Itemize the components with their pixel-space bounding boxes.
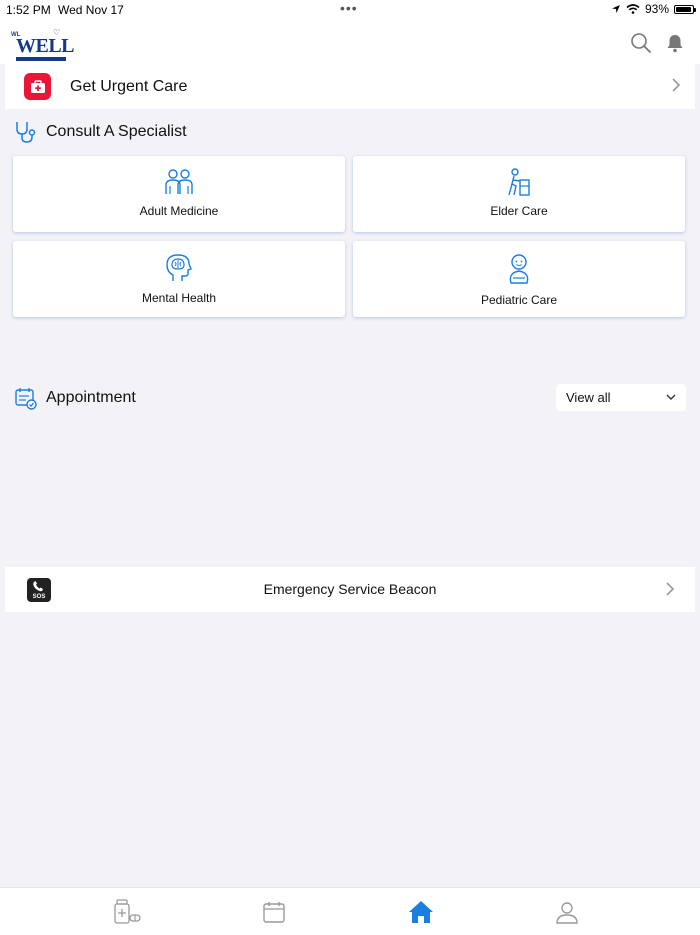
- emergency-label: Emergency Service Beacon: [263, 581, 437, 597]
- adults-icon: [165, 169, 193, 194]
- location-arrow-icon: [611, 5, 620, 13]
- bell-icon[interactable]: [664, 32, 686, 54]
- card-elder-care[interactable]: Elder Care: [353, 156, 685, 232]
- tab-pharmacy[interactable]: [112, 899, 142, 925]
- tab-calendar[interactable]: [259, 899, 289, 925]
- emergency-beacon-row[interactable]: SOS Emergency Service Beacon: [5, 567, 695, 612]
- search-icon[interactable]: [630, 32, 652, 54]
- status-date: Wed Nov 17: [58, 3, 124, 17]
- baby-icon: [509, 254, 529, 284]
- chevron-right-icon: [666, 582, 675, 596]
- elder-walker-icon: [508, 168, 530, 196]
- card-mental-health[interactable]: Mental Health: [13, 241, 345, 317]
- specialist-title: Consult A Specialist: [46, 123, 187, 140]
- card-pediatric-care[interactable]: Pediatric Care: [353, 241, 685, 317]
- chevron-right-icon: [672, 78, 681, 92]
- appointment-section-title: Appointment: [14, 386, 136, 410]
- logo-text: WELL: [16, 35, 75, 57]
- app-header: WL ♡ WELL: [0, 22, 700, 64]
- view-all-dropdown[interactable]: View all: [556, 384, 686, 411]
- urgent-care-label: Get Urgent Care: [70, 77, 188, 95]
- status-time: 1:52 PM: [6, 3, 51, 17]
- status-right: 93%: [611, 2, 696, 16]
- view-all-label: View all: [566, 390, 611, 405]
- tab-profile[interactable]: [552, 899, 582, 925]
- battery-icon: [674, 4, 696, 14]
- profile-icon: [556, 902, 578, 924]
- urgent-care-row[interactable]: Get Urgent Care: [5, 64, 695, 109]
- bottom-tab-bar: [0, 887, 700, 935]
- first-aid-kit-icon: [24, 73, 51, 100]
- chevron-down-icon: [666, 394, 676, 400]
- appointment-title: Appointment: [46, 389, 136, 406]
- home-icon: [409, 901, 433, 923]
- wifi-icon: [626, 4, 640, 14]
- calendar-icon: [263, 902, 285, 923]
- stethoscope-icon: [16, 122, 36, 143]
- battery-percent: 93%: [644, 2, 669, 16]
- logo-bar: [16, 57, 66, 61]
- tab-home[interactable]: [406, 899, 436, 925]
- pharmacy-icon: [114, 899, 141, 924]
- card-label: Adult Medicine: [139, 204, 219, 218]
- card-label: Elder Care: [490, 204, 548, 218]
- card-label: Pediatric Care: [480, 293, 558, 307]
- calendar-check-icon: [15, 388, 37, 410]
- app-logo[interactable]: WL ♡ WELL: [11, 28, 75, 62]
- specialist-section-title: Consult A Specialist: [14, 120, 187, 144]
- status-bar: 1:52 PM Wed Nov 17 ••• 93%: [0, 0, 700, 22]
- multitask-dots-icon[interactable]: •••: [340, 0, 358, 16]
- card-adult-medicine[interactable]: Adult Medicine: [13, 156, 345, 232]
- brain-head-icon: [166, 254, 192, 281]
- card-label: Mental Health: [141, 291, 217, 305]
